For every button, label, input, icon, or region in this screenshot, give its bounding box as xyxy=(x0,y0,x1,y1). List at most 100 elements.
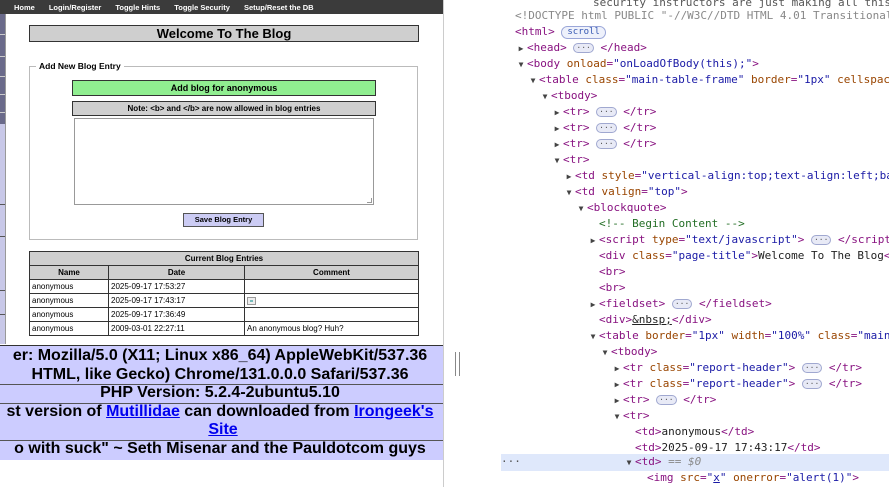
ellipsis-icon[interactable]: ··· xyxy=(656,395,677,405)
td-date-text: 2025-09-17 17:43:17 xyxy=(661,441,788,454)
latest-middle: can downloaded from xyxy=(179,403,355,420)
expand-triangle-icon[interactable]: ▶ xyxy=(551,137,563,153)
entry-name: anonymous xyxy=(29,293,109,308)
fieldset-legend: Add New Blog Entry xyxy=(36,61,124,71)
ellipsis-icon[interactable]: ··· xyxy=(810,235,832,245)
br-node[interactable]: <br> xyxy=(599,280,626,296)
pane-resize-handle[interactable] xyxy=(455,352,460,376)
nav-login-register[interactable]: Login/Register xyxy=(49,3,102,12)
tr-report-header-node[interactable]: ▶ <tr class="report-header"> ··· </tr> xyxy=(611,360,862,376)
blockquote-node[interactable]: ▼ <blockquote> xyxy=(575,200,667,217)
mutillidae-link[interactable]: Mutillidae xyxy=(106,403,180,420)
fieldset-node[interactable]: ▶ <fieldset> ··· </fieldset> xyxy=(587,296,772,312)
table-main-node[interactable]: ▼ <table class="main-table-frame" border=… xyxy=(527,72,889,88)
collapse-triangle-icon[interactable]: ▼ xyxy=(599,345,611,361)
tr-report-header-node[interactable]: ▶ <tr class="report-header"> ··· </tr> xyxy=(611,376,862,392)
save-blog-entry-button[interactable]: Save Blog Entry xyxy=(183,213,264,227)
expand-triangle-icon[interactable]: ▶ xyxy=(551,121,563,137)
table-row: anonymous 2025-09-17 17:43:17 xyxy=(29,293,419,308)
ellipsis-icon[interactable]: ··· xyxy=(801,363,823,373)
expand-triangle-icon[interactable]: ▶ xyxy=(587,297,599,313)
entry-name: anonymous xyxy=(29,321,109,336)
nbsp-div-node[interactable]: <div>&nbsp;</div> xyxy=(599,312,712,328)
selected-node-marker: == $0 xyxy=(668,455,702,468)
entry-comment xyxy=(244,307,419,322)
page-title-div-node[interactable]: <div class="page-title">Welcome To The B… xyxy=(599,248,889,264)
table-caption: Current Blog Entries xyxy=(29,251,419,266)
nav-toggle-hints[interactable]: Toggle Hints xyxy=(115,3,160,12)
irongeek-site-line: Site xyxy=(0,421,443,439)
scroll-badge[interactable]: scroll xyxy=(561,25,606,39)
expand-triangle-icon[interactable]: ▶ xyxy=(563,169,575,185)
tr-node[interactable]: ▶ <tr> ··· </tr> xyxy=(551,104,657,121)
collapse-triangle-icon[interactable]: ▼ xyxy=(515,57,527,73)
column-header-comment: Comment xyxy=(244,265,419,280)
collapse-triangle-icon[interactable]: ▼ xyxy=(587,329,599,345)
devtools-elements-panel: security instructors are just making all… xyxy=(501,0,889,487)
user-agent-line-2: HTML, like Gecko) Chrome/131.0.0.0 Safar… xyxy=(31,366,409,383)
collapse-triangle-icon[interactable]: ▼ xyxy=(623,455,635,471)
expand-triangle-icon[interactable]: ▶ xyxy=(611,361,623,377)
collapse-triangle-icon[interactable]: ▼ xyxy=(539,89,551,105)
nav-setup-reset-db[interactable]: Setup/Reset the DB xyxy=(244,3,314,12)
footer-quote: o with suck" ~ Seth Misenar and the Paul… xyxy=(14,440,426,457)
blog-entry-textarea[interactable] xyxy=(74,118,374,205)
ellipsis-icon[interactable]: ··· xyxy=(596,123,617,133)
page-title: Welcome To The Blog xyxy=(29,25,419,42)
more-options-icon[interactable]: ··· xyxy=(501,454,521,470)
ellipsis-icon[interactable]: ··· xyxy=(801,379,823,389)
entries-table-node[interactable]: ▼ <table border="1px" width="100%" class=… xyxy=(587,328,889,344)
add-blog-header: Add blog for anonymous xyxy=(72,80,376,96)
latest-version-line: st version of Mutillidae can downloaded … xyxy=(0,403,443,421)
img-node[interactable]: <img src="x" onerror="alert(1)"> xyxy=(647,470,859,486)
ellipsis-icon[interactable]: ··· xyxy=(671,299,693,309)
expand-triangle-icon[interactable]: ▶ xyxy=(551,105,563,121)
irongeek-site-link[interactable]: Site xyxy=(208,421,237,438)
tr-node-open[interactable]: ▼ <tr> xyxy=(611,408,650,424)
head-node[interactable]: ▶ <head> ··· </head> xyxy=(515,40,647,56)
ellipsis-icon[interactable]: ··· xyxy=(596,107,617,117)
rendered-page: Home Login/Register Toggle Hints Toggle … xyxy=(0,0,443,487)
td-style-node[interactable]: ▶ <td style="vertical-align:top;text-alig… xyxy=(563,168,889,184)
script-node[interactable]: ▶ <script type="text/javascript"> ··· </s… xyxy=(587,232,889,248)
td-name-node[interactable]: <td>anonymous</td> xyxy=(635,424,754,440)
sidebar-menu-items[interactable] xyxy=(0,14,5,124)
ellipsis-icon[interactable]: ··· xyxy=(596,139,617,149)
tr-node[interactable]: ▶ <tr> ··· </tr> xyxy=(551,136,657,153)
expand-triangle-icon[interactable]: ▶ xyxy=(611,393,623,409)
selected-td-node[interactable]: ··· ▼ <td> == $0 xyxy=(501,454,889,471)
top-navigation: Home Login/Register Toggle Hints Toggle … xyxy=(0,0,443,14)
collapse-triangle-icon[interactable]: ▼ xyxy=(575,201,587,217)
collapse-triangle-icon[interactable]: ▼ xyxy=(527,73,539,89)
collapse-triangle-icon[interactable]: ▼ xyxy=(551,153,563,169)
comment-node[interactable]: <!-- Begin Content --> xyxy=(599,216,745,232)
td-valign-node[interactable]: ▼ <td valign="top"> xyxy=(563,184,688,200)
tr-node-open[interactable]: ▼ <tr> xyxy=(551,152,590,168)
tr-node[interactable]: ▶ <tr> ··· </tr> xyxy=(551,120,657,137)
script-type-value: text/javascript xyxy=(691,233,792,246)
blog-entries-table: Current Blog Entries Name Date Comment a… xyxy=(29,251,419,336)
body-onload-value: onLoadOfBody(this); xyxy=(619,57,746,70)
table-row: anonymous 2025-09-17 17:53:27 xyxy=(29,279,419,294)
allowed-tags-note: Note: <b> and </b> are now allowed in bl… xyxy=(72,101,376,116)
nav-home[interactable]: Home xyxy=(14,3,35,12)
tbody-node[interactable]: ▼ <tbody> xyxy=(539,88,598,105)
collapse-triangle-icon[interactable]: ▼ xyxy=(563,185,575,201)
tbody-node[interactable]: ▼ <tbody> xyxy=(599,344,658,361)
html-node[interactable]: <html> scroll xyxy=(515,24,606,40)
img-onerror-value: alert(1) xyxy=(792,471,846,484)
br-node[interactable]: <br> xyxy=(599,264,626,280)
ellipsis-icon[interactable]: ··· xyxy=(573,43,594,53)
pane-divider xyxy=(443,0,501,487)
collapse-triangle-icon[interactable]: ▼ xyxy=(611,409,623,425)
tr-node[interactable]: ▶ <tr> ··· </tr> xyxy=(611,392,717,409)
nav-toggle-security[interactable]: Toggle Security xyxy=(174,3,230,12)
expand-triangle-icon[interactable]: ▶ xyxy=(515,41,527,57)
page-title-text: Welcome To The Blog xyxy=(757,249,884,262)
body-node[interactable]: ▼ <body onload="onLoadOfBody(this);"> xyxy=(515,56,759,72)
irongeek-link[interactable]: Irongeek's xyxy=(354,403,433,420)
table-row: anonymous 2009-03-01 22:27:11 An anonymo… xyxy=(29,321,419,336)
expand-triangle-icon[interactable]: ▶ xyxy=(611,377,623,393)
td-name-text: anonymous xyxy=(661,425,722,438)
expand-triangle-icon[interactable]: ▶ xyxy=(587,233,599,249)
